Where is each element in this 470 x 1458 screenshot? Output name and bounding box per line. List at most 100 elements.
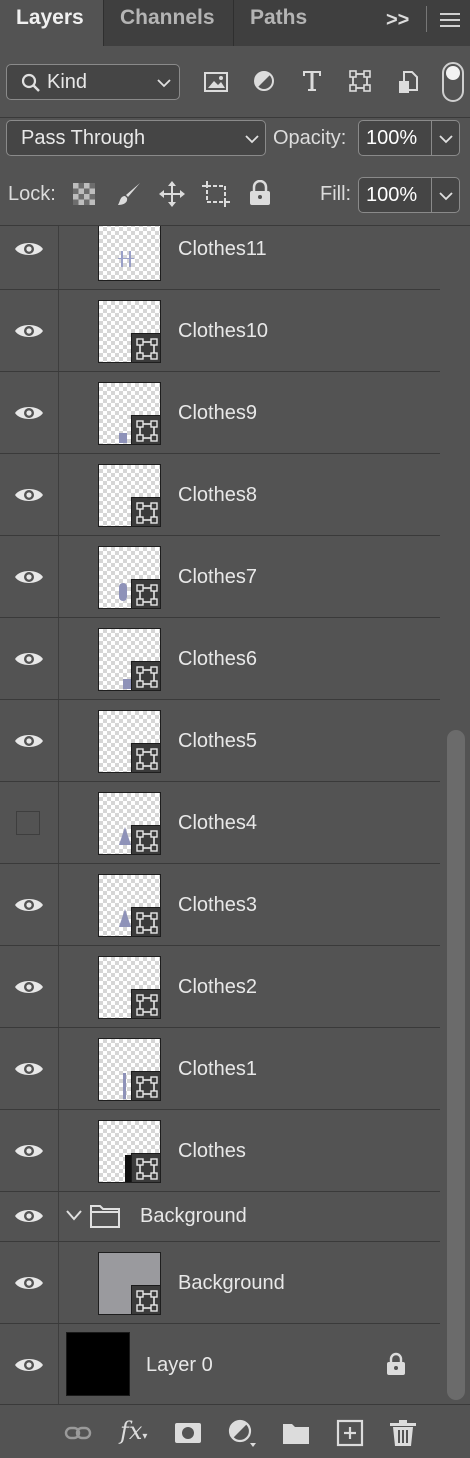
layer-row[interactable]: Clothes2	[0, 946, 440, 1028]
group-row-background[interactable]: Background	[0, 1192, 440, 1242]
layer-row[interactable]: Clothes	[0, 1110, 440, 1192]
layer-thumbnail[interactable]	[98, 1252, 161, 1315]
layer-thumbnail[interactable]	[98, 956, 161, 1019]
layer-row[interactable]: Layer 0	[0, 1324, 440, 1404]
layer-name[interactable]: Layer 0	[146, 1354, 213, 1377]
group-name[interactable]: Background	[140, 1205, 247, 1228]
fill-field[interactable]: 100%	[358, 177, 460, 213]
visibility-eye-icon[interactable]	[14, 1273, 44, 1293]
adjustment-filter-icon[interactable]	[253, 70, 275, 92]
layer-name[interactable]: Clothes9	[178, 402, 257, 425]
column-divider	[58, 454, 59, 535]
layer-name[interactable]: Clothes5	[178, 730, 257, 753]
layer-name[interactable]: Clothes	[178, 1140, 246, 1163]
tab-layers[interactable]: Layers	[0, 0, 104, 46]
column-divider	[58, 618, 59, 699]
visibility-eye-icon[interactable]	[14, 649, 44, 669]
layer-name[interactable]: Clothes11	[178, 238, 267, 261]
layer-name[interactable]: Clothes6	[178, 648, 257, 671]
visibility-eye-icon[interactable]	[14, 321, 44, 341]
tab-channels[interactable]: Channels	[104, 0, 234, 46]
delete-icon[interactable]	[389, 1419, 417, 1447]
layer-name[interactable]: Clothes3	[178, 894, 257, 917]
layer-thumbnail[interactable]	[98, 628, 161, 691]
layer-thumbnail[interactable]	[98, 792, 161, 855]
visibility-eye-icon[interactable]	[14, 485, 44, 505]
fill-label: Fill:	[320, 183, 352, 205]
visibility-eye-icon[interactable]	[14, 977, 44, 997]
adjustment-layer-icon[interactable]	[228, 1419, 256, 1447]
visibility-eye-icon[interactable]	[14, 1141, 44, 1161]
chevron-down-icon[interactable]	[65, 1209, 83, 1221]
tab-paths[interactable]: Paths	[234, 0, 329, 46]
layer-row[interactable]: Clothes7	[0, 536, 440, 618]
layer-thumbnail[interactable]	[98, 300, 161, 363]
column-divider	[58, 372, 59, 453]
column-divider	[58, 864, 59, 945]
layer-name[interactable]: Background	[178, 1272, 285, 1295]
layer-thumbnail[interactable]	[98, 874, 161, 937]
new-layer-icon[interactable]	[336, 1419, 364, 1447]
link-layers-icon[interactable]	[64, 1419, 92, 1447]
layer-row[interactable]: Clothes10	[0, 290, 440, 372]
blend-mode-select[interactable]: Pass Through	[6, 120, 266, 156]
layer-row[interactable]: Clothes4	[0, 782, 440, 864]
collapse-panel-icon[interactable]: >>	[386, 0, 409, 40]
smart-object-filter-icon[interactable]	[398, 70, 418, 94]
column-divider	[58, 536, 59, 617]
smart-object-badge-icon	[131, 579, 160, 608]
layer-row[interactable]: Clothes5	[0, 700, 440, 782]
layer-thumbnail[interactable]	[98, 382, 161, 445]
layer-thumbnail[interactable]	[98, 1038, 161, 1101]
visibility-eye-icon[interactable]	[14, 731, 44, 751]
layer-row[interactable]: Clothes9	[0, 372, 440, 454]
layer-name[interactable]: Clothes10	[178, 320, 268, 343]
visibility-off-icon[interactable]	[14, 811, 44, 835]
layer-row[interactable]: Background	[0, 1242, 440, 1324]
visibility-eye-icon[interactable]	[14, 1355, 44, 1375]
panel-menu-icon[interactable]	[440, 0, 460, 40]
layer-name[interactable]: Clothes4	[178, 812, 257, 835]
layer-name[interactable]: Clothes7	[178, 566, 257, 589]
opacity-field[interactable]: 100%	[358, 120, 460, 156]
scrollbar-thumb[interactable]	[447, 730, 465, 1400]
smart-object-badge-icon	[131, 661, 160, 690]
lock-artboard-icon[interactable]	[202, 181, 230, 207]
layer-row[interactable]: Clothes3	[0, 864, 440, 946]
layer-row[interactable]: Clothes6	[0, 618, 440, 700]
lock-all-icon[interactable]	[249, 180, 271, 206]
visibility-eye-icon[interactable]	[14, 1206, 44, 1226]
lock-position-icon[interactable]	[159, 181, 185, 207]
visibility-eye-icon[interactable]	[14, 239, 44, 259]
layer-row[interactable]: Clothes8	[0, 454, 440, 536]
chevron-down-icon	[245, 135, 259, 144]
smart-object-badge-icon	[131, 825, 160, 854]
shape-filter-icon[interactable]	[349, 70, 371, 92]
image-filter-icon[interactable]	[204, 72, 228, 92]
visibility-eye-icon[interactable]	[14, 567, 44, 587]
type-filter-icon[interactable]	[302, 70, 322, 92]
layer-name[interactable]: Clothes8	[178, 484, 257, 507]
smart-object-badge-icon	[131, 907, 160, 936]
visibility-eye-icon[interactable]	[14, 403, 44, 423]
kind-filter-select[interactable]: Kind	[6, 64, 180, 100]
layer-row[interactable]: Clothes11	[0, 226, 440, 290]
layer-name[interactable]: Clothes2	[178, 976, 257, 999]
filter-row: Kind	[0, 46, 470, 118]
visibility-eye-icon[interactable]	[14, 895, 44, 915]
lock-transparent-icon[interactable]	[73, 183, 95, 205]
layer-thumbnail[interactable]	[98, 710, 161, 773]
lock-image-icon[interactable]	[116, 181, 142, 207]
fx-icon[interactable]: fx▾	[120, 1417, 148, 1445]
layer-thumbnail[interactable]	[98, 226, 161, 281]
filter-toggle-icon[interactable]	[442, 62, 464, 102]
layer-thumbnail[interactable]	[98, 464, 161, 527]
layer-thumbnail[interactable]	[98, 1120, 161, 1183]
layer-name[interactable]: Clothes1	[178, 1058, 257, 1081]
layer-thumbnail[interactable]	[98, 546, 161, 609]
layer-row[interactable]: Clothes1	[0, 1028, 440, 1110]
layer-thumbnail[interactable]	[66, 1332, 130, 1396]
visibility-eye-icon[interactable]	[14, 1059, 44, 1079]
new-group-icon[interactable]	[282, 1419, 310, 1447]
add-mask-icon[interactable]	[174, 1419, 202, 1447]
